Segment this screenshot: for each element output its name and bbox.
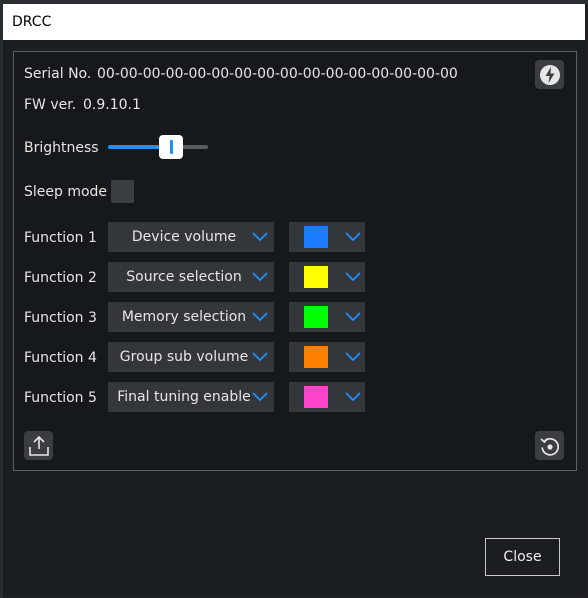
flash-button[interactable] [535,60,564,89]
slider-track-filled [108,145,164,149]
chevron-down-icon [345,272,361,282]
window-title: DRCC [12,14,52,30]
chevron-down-icon [252,232,268,242]
restore-icon [539,437,559,456]
function-3-select[interactable]: Memory selection [108,302,274,332]
function-2-value: Source selection [126,269,242,285]
upload-icon [28,435,49,456]
function-5-select[interactable]: Final tuning enable [108,382,274,412]
function-2-color-picker[interactable] [289,262,365,292]
export-button[interactable] [24,431,53,460]
fw-value: 0.9.10.1 [83,97,141,113]
function-5-value: Final tuning enable [117,389,251,405]
function-4-color-picker[interactable] [289,342,365,372]
chevron-down-icon [252,392,268,402]
reset-button[interactable] [535,431,564,460]
function-5-color-picker[interactable] [289,382,365,412]
function-3-value: Memory selection [121,309,247,325]
lightning-icon [539,64,560,85]
function-3-label: Function 3 [24,310,97,326]
chevron-down-icon [345,312,361,322]
serial-label: Serial No. [24,66,92,82]
chevron-down-icon [345,392,361,402]
function-5-label: Function 5 [24,390,97,406]
function-4-select[interactable]: Group sub volume [108,342,274,372]
close-button[interactable]: Close [485,538,560,576]
function-1-color-swatch [304,226,328,248]
settings-panel: Serial No. 00-00-00-00-00-00-00-00-00-00… [13,51,577,471]
function-1-select[interactable]: Device volume [108,222,274,252]
sleep-mode-label: Sleep mode [24,184,108,200]
function-4-label: Function 4 [24,350,97,366]
slider-thumb[interactable] [159,135,183,159]
function-4-value: Group sub volume [119,349,249,365]
function-4-color-swatch [304,346,328,368]
function-1-label: Function 1 [24,230,97,246]
function-3-color-picker[interactable] [289,302,365,332]
function-2-select[interactable]: Source selection [108,262,274,292]
window-titlebar: DRCC [3,4,585,40]
chevron-down-icon [345,232,361,242]
chevron-down-icon [252,312,268,322]
function-2-label: Function 2 [24,270,97,286]
chevron-down-icon [252,352,268,362]
chevron-down-icon [345,352,361,362]
function-5-color-swatch [304,386,328,408]
serial-value: 00-00-00-00-00-00-00-00-00-00-00-00-00-0… [97,66,458,82]
function-2-color-swatch [304,266,328,288]
function-3-color-swatch [304,306,328,328]
fw-label: FW ver. [24,97,77,113]
dialog-body: Serial No. 00-00-00-00-00-00-00-00-00-00… [3,40,585,596]
brightness-label: Brightness [24,140,99,156]
function-1-color-picker[interactable] [289,222,365,252]
sleep-mode-checkbox[interactable] [111,180,134,203]
chevron-down-icon [252,272,268,282]
function-1-value: Device volume [131,229,237,245]
